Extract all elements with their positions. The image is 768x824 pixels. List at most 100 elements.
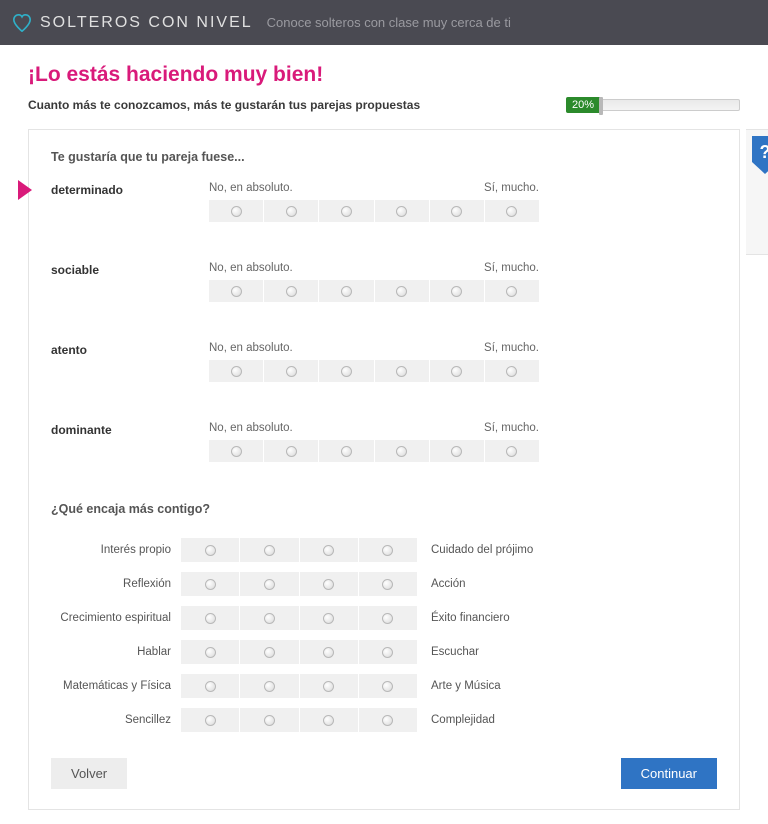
radio-scale bbox=[181, 538, 417, 562]
bipolar-row: Hablar Escuchar bbox=[51, 640, 717, 664]
bipolar-row: Sencillez Complejidad bbox=[51, 708, 717, 732]
radio-option[interactable] bbox=[300, 538, 359, 562]
scale-low-label: No, en absoluto. bbox=[209, 422, 293, 434]
radio-scale bbox=[181, 572, 417, 596]
brand-name: SOLTEROS CON NIVEL bbox=[40, 14, 253, 32]
scale-high-label: Sí, mucho. bbox=[484, 342, 539, 354]
question-label: sociable bbox=[51, 262, 209, 302]
bipolar-left-label: Hablar bbox=[51, 646, 181, 658]
bipolar-row: Interés propio Cuidado del prójimo bbox=[51, 538, 717, 562]
radio-option[interactable] bbox=[209, 360, 264, 382]
bipolar-left-label: Interés propio bbox=[51, 544, 181, 556]
scale-low-label: No, en absoluto. bbox=[209, 262, 293, 274]
radio-scale bbox=[181, 640, 417, 664]
bipolar-right-label: Escuchar bbox=[417, 646, 577, 658]
radio-option[interactable] bbox=[300, 708, 359, 732]
radio-option[interactable] bbox=[300, 606, 359, 630]
radio-option[interactable] bbox=[181, 572, 240, 596]
radio-option[interactable] bbox=[375, 280, 430, 302]
radio-option[interactable] bbox=[359, 572, 417, 596]
radio-option[interactable] bbox=[300, 640, 359, 664]
radio-option[interactable] bbox=[359, 538, 417, 562]
question-label: dominante bbox=[51, 422, 209, 462]
radio-option[interactable] bbox=[430, 280, 485, 302]
radio-option[interactable] bbox=[430, 440, 485, 462]
brand-tagline: Conoce solteros con clase muy cerca de t… bbox=[267, 15, 511, 30]
radio-option[interactable] bbox=[300, 674, 359, 698]
radio-option[interactable] bbox=[359, 640, 417, 664]
bipolar-left-label: Sencillez bbox=[51, 714, 181, 726]
question-mark-icon: ? bbox=[750, 136, 768, 172]
bipolar-right-label: Cuidado del prójimo bbox=[417, 544, 577, 556]
progress-bar bbox=[600, 99, 740, 111]
bipolar-left-label: Crecimiento espiritual bbox=[51, 612, 181, 624]
bipolar-left-label: Matemáticas y Física bbox=[51, 680, 181, 692]
radio-option[interactable] bbox=[359, 708, 417, 732]
radio-option[interactable] bbox=[209, 280, 264, 302]
radio-option[interactable] bbox=[485, 440, 539, 462]
section2-heading: ¿Qué encaja más contigo? bbox=[51, 502, 717, 516]
radio-option[interactable] bbox=[264, 280, 319, 302]
heart-logo-icon bbox=[12, 14, 32, 32]
bipolar-row: Crecimiento espiritual Éxito financiero bbox=[51, 606, 717, 630]
question-row: determinado No, en absoluto. Sí, mucho. bbox=[51, 182, 717, 222]
continue-button[interactable]: Continuar bbox=[621, 758, 717, 789]
bipolar-right-label: Acción bbox=[417, 578, 577, 590]
radio-option[interactable] bbox=[319, 440, 374, 462]
radio-option[interactable] bbox=[319, 280, 374, 302]
radio-option[interactable] bbox=[375, 440, 430, 462]
radio-option[interactable] bbox=[181, 606, 240, 630]
radio-option[interactable] bbox=[485, 200, 539, 222]
radio-option[interactable] bbox=[209, 440, 264, 462]
scale-low-label: No, en absoluto. bbox=[209, 182, 293, 194]
radio-scale bbox=[209, 200, 539, 222]
radio-scale bbox=[181, 674, 417, 698]
radio-option[interactable] bbox=[359, 674, 417, 698]
radio-option[interactable] bbox=[181, 538, 240, 562]
radio-option[interactable] bbox=[181, 708, 240, 732]
radio-option[interactable] bbox=[319, 360, 374, 382]
radio-option[interactable] bbox=[359, 606, 417, 630]
radio-scale bbox=[181, 708, 417, 732]
radio-option[interactable] bbox=[300, 572, 359, 596]
radio-option[interactable] bbox=[240, 572, 299, 596]
back-button[interactable]: Volver bbox=[51, 758, 127, 789]
scale-high-label: Sí, mucho. bbox=[484, 182, 539, 194]
radio-option[interactable] bbox=[240, 708, 299, 732]
radio-option[interactable] bbox=[209, 200, 264, 222]
radio-option[interactable] bbox=[181, 640, 240, 664]
radio-option[interactable] bbox=[240, 606, 299, 630]
progress-percent: 20% bbox=[566, 97, 600, 113]
svg-text:?: ? bbox=[760, 142, 768, 162]
radio-scale bbox=[209, 440, 539, 462]
radio-option[interactable] bbox=[240, 640, 299, 664]
question-row: atento No, en absoluto. Sí, mucho. bbox=[51, 342, 717, 382]
radio-option[interactable] bbox=[264, 200, 319, 222]
radio-option[interactable] bbox=[319, 200, 374, 222]
bipolar-right-label: Complejidad bbox=[417, 714, 577, 726]
radio-option[interactable] bbox=[430, 200, 485, 222]
radio-option[interactable] bbox=[375, 360, 430, 382]
bipolar-row: Matemáticas y Física Arte y Música bbox=[51, 674, 717, 698]
info-panel: ? Tus respuestas serán utilizadas en nue… bbox=[746, 129, 768, 255]
scale-high-label: Sí, mucho. bbox=[484, 262, 539, 274]
question-label: determinado bbox=[51, 182, 209, 222]
question-row: sociable No, en absoluto. Sí, mucho. bbox=[51, 262, 717, 302]
radio-option[interactable] bbox=[264, 360, 319, 382]
radio-option[interactable] bbox=[240, 674, 299, 698]
radio-option[interactable] bbox=[485, 360, 539, 382]
radio-option[interactable] bbox=[485, 280, 539, 302]
question-label: atento bbox=[51, 342, 209, 382]
radio-option[interactable] bbox=[240, 538, 299, 562]
page-subtitle: Cuanto más te conozcamos, más te gustará… bbox=[28, 98, 420, 112]
radio-option[interactable] bbox=[181, 674, 240, 698]
progress-indicator: 20% bbox=[566, 97, 740, 113]
bipolar-left-label: Reflexión bbox=[51, 578, 181, 590]
radio-scale bbox=[209, 280, 539, 302]
radio-option[interactable] bbox=[430, 360, 485, 382]
radio-option[interactable] bbox=[264, 440, 319, 462]
page-title: ¡Lo estás haciendo muy bien! bbox=[28, 63, 740, 87]
radio-option[interactable] bbox=[375, 200, 430, 222]
current-question-marker-icon bbox=[18, 180, 32, 200]
question-row: dominante No, en absoluto. Sí, mucho. bbox=[51, 422, 717, 462]
